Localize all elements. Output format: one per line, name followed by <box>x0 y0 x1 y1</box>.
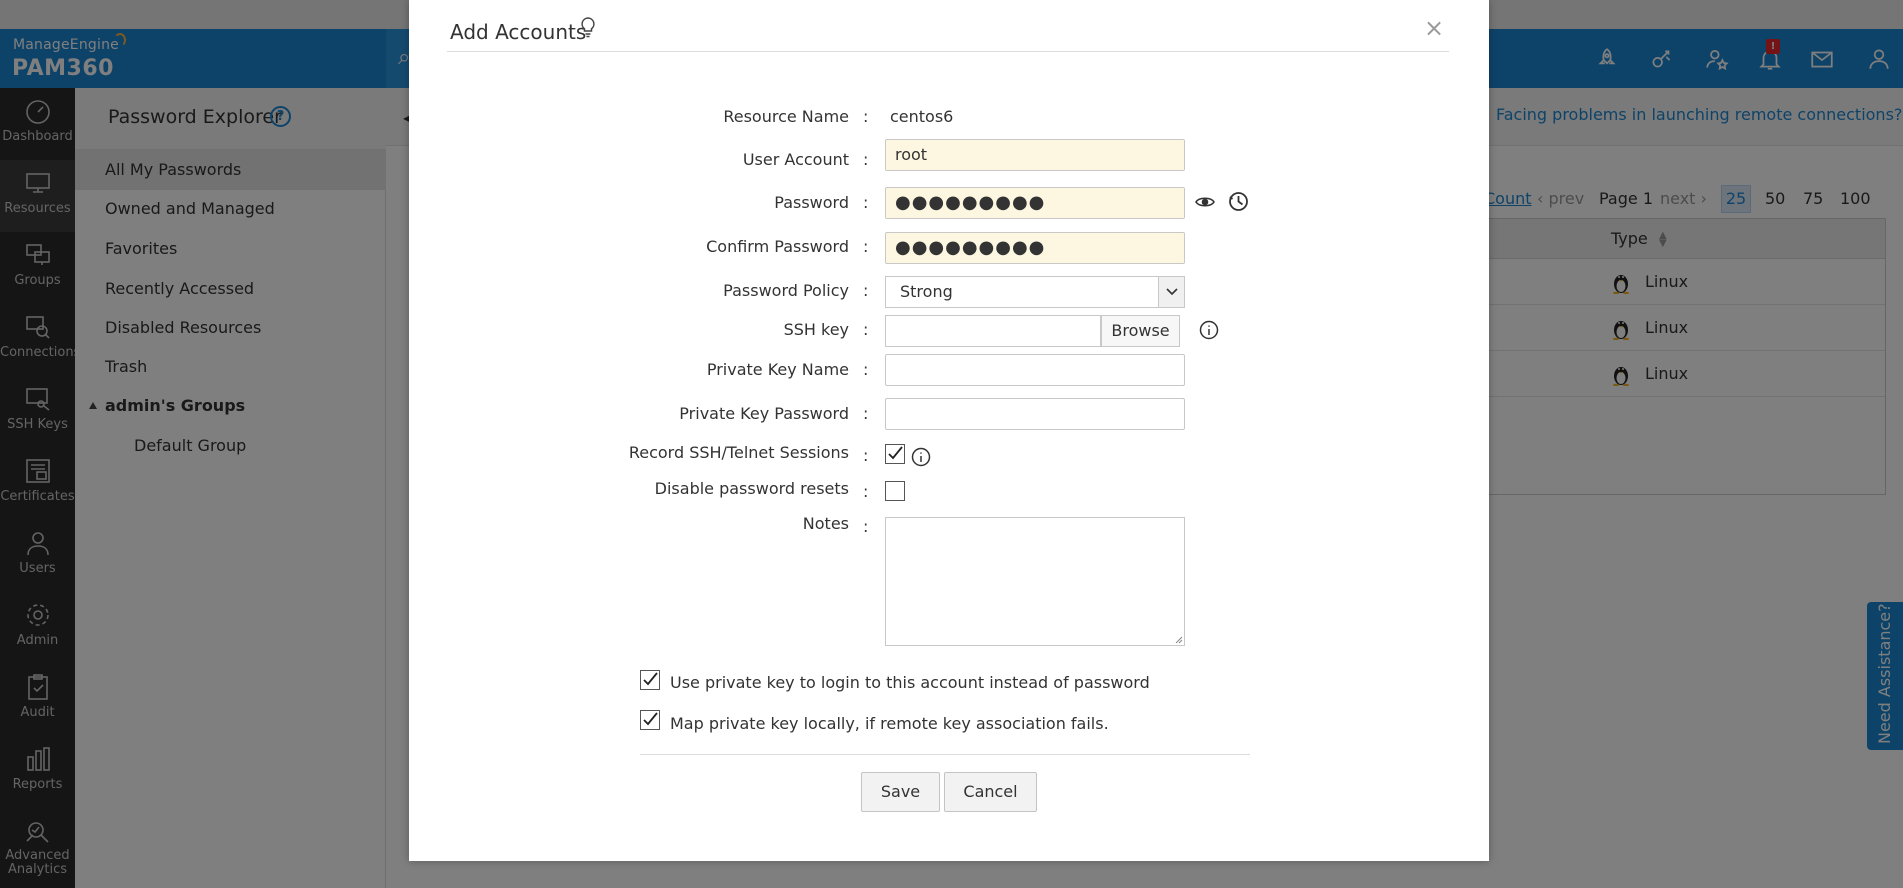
colon: : <box>863 150 869 169</box>
map-private-key-label: Map private key locally, if remote key a… <box>670 714 1109 733</box>
cancel-button[interactable]: Cancel <box>944 772 1037 812</box>
ssh-key-file-input[interactable] <box>885 315 1101 347</box>
disable-resets-label: Disable password resets <box>654 479 849 498</box>
password-policy-label: Password Policy <box>723 281 849 300</box>
dialog-title: Add Accounts <box>450 20 587 44</box>
ssh-key-label: SSH key <box>783 320 849 339</box>
disable-resets-checkbox[interactable] <box>885 481 905 501</box>
colon: : <box>863 517 869 536</box>
confirm-password-field[interactable]: ●●●●●●●●● <box>885 232 1185 264</box>
confirm-password-label: Confirm Password <box>706 237 849 256</box>
private-key-password-label: Private Key Password <box>679 404 849 423</box>
password-policy-value: Strong <box>900 282 953 301</box>
map-private-key-checkbox[interactable] <box>640 710 660 730</box>
chevron-down-icon <box>1166 288 1178 296</box>
password-policy-select[interactable]: Strong <box>885 276 1185 308</box>
password-field[interactable]: ●●●●●●●●● <box>885 187 1185 219</box>
resource-name-value: centos6 <box>890 107 954 126</box>
checkmark-icon <box>888 446 903 460</box>
colon: : <box>863 404 869 423</box>
notes-textarea[interactable] <box>885 517 1185 646</box>
close-icon[interactable]: × <box>1424 14 1444 42</box>
colon: : <box>863 360 869 379</box>
info-icon[interactable] <box>911 447 931 467</box>
lightbulb-icon[interactable] <box>579 16 597 38</box>
colon: : <box>863 107 869 126</box>
user-account-field[interactable]: root <box>885 139 1185 171</box>
colon: : <box>863 482 869 501</box>
colon: : <box>863 237 869 256</box>
resize-grip-icon[interactable] <box>1173 634 1183 644</box>
private-key-name-label: Private Key Name <box>706 360 849 379</box>
resource-name-label: Resource Name <box>723 107 849 126</box>
generate-password-icon[interactable] <box>1228 191 1249 212</box>
user-account-label: User Account <box>742 150 849 169</box>
password-label: Password <box>774 193 849 212</box>
colon: : <box>863 446 869 465</box>
dropdown-arrow[interactable] <box>1158 277 1184 307</box>
checkmark-icon <box>643 672 658 686</box>
notes-label: Notes <box>802 514 849 533</box>
colon: : <box>863 281 869 300</box>
use-private-key-checkbox[interactable] <box>640 670 660 690</box>
add-accounts-dialog: Add Accounts × Resource Name : centos6 U… <box>409 0 1489 861</box>
checkmark-icon <box>643 712 658 726</box>
colon: : <box>863 320 869 339</box>
footer-divider <box>640 754 1250 755</box>
private-key-name-field[interactable] <box>885 354 1185 386</box>
info-icon[interactable] <box>1199 320 1219 340</box>
browse-button[interactable]: Browse <box>1101 315 1180 347</box>
title-divider <box>447 51 1449 52</box>
save-button[interactable]: Save <box>861 772 940 812</box>
private-key-password-field[interactable] <box>885 398 1185 430</box>
use-private-key-label: Use private key to login to this account… <box>670 673 1150 692</box>
record-sessions-label: Record SSH/Telnet Sessions <box>628 443 849 462</box>
record-sessions-checkbox[interactable] <box>885 444 905 464</box>
eye-icon[interactable] <box>1195 194 1215 210</box>
colon: : <box>863 193 869 212</box>
